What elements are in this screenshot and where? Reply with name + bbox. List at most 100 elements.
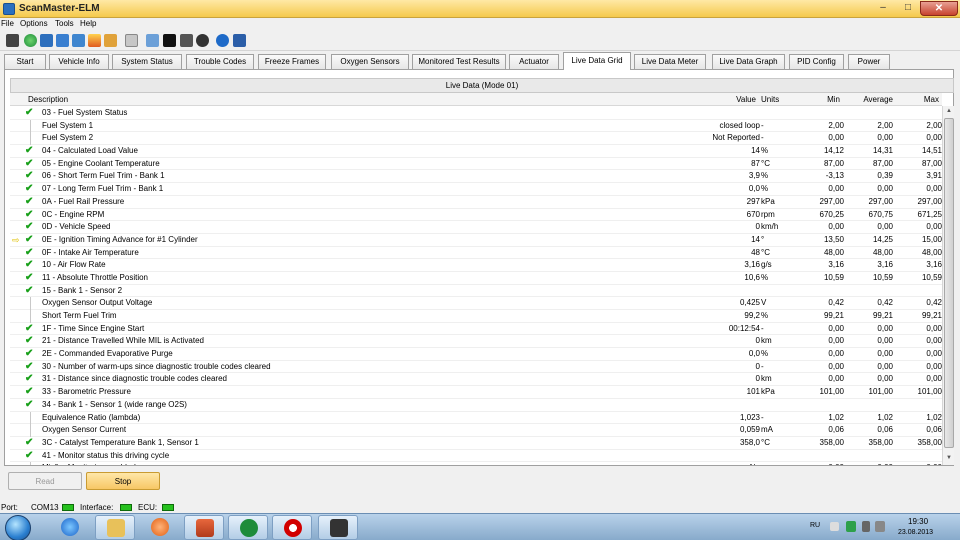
clock-time[interactable]: 19:30 [908, 517, 928, 526]
tab-pid-config[interactable]: PID Config [789, 54, 844, 69]
menu-tools[interactable]: Tools [55, 19, 74, 28]
clipboard-icon[interactable] [125, 34, 138, 47]
tab-freeze-frames[interactable]: Freeze Frames [258, 54, 326, 69]
table-row[interactable]: ⇨ ✔ 0E - Ignition Timing Advance for #1 Cy… [10, 234, 942, 247]
scroll-up-icon[interactable]: ▲ [944, 106, 954, 116]
row-max: 0,00 [926, 462, 942, 465]
tab-monitored-test-results[interactable]: Monitored Test Results [412, 54, 506, 69]
table-row[interactable]: ✔ 1F - Time Since Engine Start 00:12:54- 0,… [10, 323, 942, 336]
close-button[interactable]: ✕ [920, 1, 958, 16]
table-row[interactable]: ✔ 33 - Barometric Pressure 101 kPa 101,00 101… [10, 386, 942, 399]
table-row[interactable]: Equivalence Ratio (lambda) 1,023- 1,02 1,02… [10, 411, 942, 425]
clock-date[interactable]: 23.08.2013 [898, 529, 933, 536]
monitor-icon[interactable] [180, 34, 193, 47]
table-row[interactable]: ✔ 10 - Air Flow Rate 3,16 g/s 3,16 3,16 3,16 [10, 259, 942, 272]
col-min[interactable]: Min [827, 95, 840, 104]
table-row[interactable]: ✔ 34 - Bank 1 - Sensor 1 (wide range O2S) [10, 399, 942, 412]
table-row[interactable]: ✔ 05 - Engine Coolant Temperature 87 °C 87,0… [10, 158, 942, 171]
tab-live-data-meter[interactable]: Live Data Meter [634, 54, 706, 69]
taskbar-ie[interactable] [50, 515, 90, 540]
table-row[interactable]: Short Term Fuel Trim 99,2% 99,21 99,21 99,21 [10, 310, 942, 323]
table-row[interactable]: Fuel System 2 Not Reported - 0,00 0,00 0,00 [10, 132, 942, 146]
col-description[interactable]: Description [28, 95, 68, 104]
maximize-button[interactable]: □ [897, 1, 919, 16]
start-button[interactable] [5, 515, 31, 540]
taskbar-app[interactable] [184, 515, 224, 540]
taskbar-explorer[interactable] [95, 515, 135, 540]
menu-help[interactable]: Help [80, 19, 96, 28]
col-value[interactable]: Value [736, 95, 756, 104]
col-max[interactable]: Max [924, 95, 939, 104]
scroll-thumb[interactable] [944, 118, 954, 448]
table-row[interactable]: ✔ 0F - Intake Air Temperature 48 °C 48,00 48,… [10, 247, 942, 260]
security-icon[interactable] [846, 521, 856, 532]
table-row[interactable]: ✔ 0D - Vehicle Speed 0 km/h 0,00 0,00 0,00 [10, 221, 942, 234]
taskbar-scanmaster[interactable] [318, 515, 358, 540]
col-average[interactable]: Average [863, 95, 893, 104]
info-icon[interactable] [216, 34, 229, 47]
connect-icon[interactable] [6, 34, 19, 47]
tab-power[interactable]: Power [848, 54, 890, 69]
chart-icon[interactable] [88, 34, 101, 47]
row-average: 0,39 [877, 171, 893, 181]
tab-oxygen-sensors[interactable]: Oxygen Sensors [331, 54, 409, 69]
table-row[interactable]: ✔ 2E - Commanded Evaporative Purge 0,0% 0,0… [10, 348, 942, 361]
scroll-down-icon[interactable]: ▼ [944, 453, 954, 463]
table-row[interactable]: ✔ 0C - Engine RPM 670 rpm 670,25 670,75 671,25 [10, 209, 942, 222]
dollar-icon[interactable] [104, 34, 117, 47]
table-row[interactable]: ✔ 06 - Short Term Fuel Trim - Bank 1 3,9% -… [10, 170, 942, 184]
row-description: 06 - Short Term Fuel Trim - Bank 1 [42, 171, 165, 181]
interface-label: Interface: [80, 503, 114, 512]
taskbar-hp[interactable] [228, 515, 268, 540]
read-button[interactable]: Read [8, 472, 82, 490]
title-bar[interactable]: ScanMaster-ELM – □ ✕ [0, 0, 960, 18]
stop-button[interactable]: Stop [86, 472, 160, 490]
globe-icon[interactable] [24, 34, 37, 47]
check-icon: ✔ [25, 386, 34, 398]
device-icon[interactable] [862, 521, 870, 532]
table-row[interactable]: ✔ 03 - Fuel System Status [10, 107, 942, 120]
exit-icon[interactable] [233, 34, 246, 47]
row-average: 358,00 [868, 437, 893, 447]
message-icon[interactable] [146, 34, 159, 47]
record-icon[interactable] [196, 34, 209, 47]
tab-start[interactable]: Start [4, 54, 46, 69]
vertical-scrollbar[interactable]: ▲ ▼ [942, 106, 954, 465]
table-row[interactable]: ✔ 31 - Distance since diagnostic trouble … [10, 373, 942, 387]
tab-actuator[interactable]: Actuator [509, 54, 559, 69]
table-row[interactable]: ✔ 3C - Catalyst Temperature Bank 1, Senso… [10, 437, 942, 450]
table-row[interactable]: Oxygen Sensor Output Voltage 0,425 V 0,42 0,… [10, 297, 942, 311]
list-icon[interactable] [72, 34, 85, 47]
tray-expand-icon[interactable] [830, 522, 839, 531]
menu-file[interactable]: File [1, 19, 14, 28]
table-row[interactable]: Oxygen Sensor Current 0,059 mA 0,06 0,06 0,06 [10, 424, 942, 438]
taskbar-media[interactable] [140, 515, 180, 540]
row-value: 0 [755, 336, 760, 346]
table-row[interactable]: ✔ 41 - Monitor status this driving cycle [10, 450, 942, 463]
table-row[interactable]: Fuel System 1 closed loop - 2,00 2,00 2,00 [10, 119, 942, 133]
tab-system-status[interactable]: System Status [112, 54, 182, 69]
tab-live-data-grid[interactable]: Live Data Grid [563, 52, 631, 70]
minimize-button[interactable]: – [872, 1, 894, 16]
table-row[interactable]: ✔ 07 - Long Term Fuel Trim - Bank 1 0,0% 0,… [10, 183, 942, 196]
table-row[interactable]: ✔ 15 - Bank 1 - Sensor 2 [10, 285, 942, 298]
row-min: 0,00 [828, 222, 844, 232]
table-row[interactable]: ✔ 11 - Absolute Throttle Position 10,6% 10,… [10, 272, 942, 285]
table-row[interactable]: ✔ 30 - Number of warm-ups since diagnosti… [10, 361, 942, 374]
grid-icon[interactable] [40, 34, 53, 47]
table-row[interactable]: Misfire Monitoring enabled No- 0,00 0,00 0,0… [10, 462, 942, 465]
taskbar-opera[interactable] [272, 515, 312, 540]
table-row[interactable]: ✔ 04 - Calculated Load Value 14% 14,12 14,31… [10, 145, 942, 158]
table-row[interactable]: ✔ 21 - Distance Travelled While MIL is Ac… [10, 335, 942, 349]
language-indicator[interactable]: RU [810, 522, 820, 529]
tab-vehicle-info[interactable]: Vehicle Info [49, 54, 109, 69]
tab-live-data-graph[interactable]: Live Data Graph [712, 54, 785, 69]
terminal-icon[interactable] [163, 34, 176, 47]
col-units[interactable]: Units [761, 95, 779, 104]
table-row[interactable]: ✔ 0A - Fuel Rail Pressure 297 kPa 297,00 297,… [10, 196, 942, 209]
ecu-led [162, 504, 174, 511]
tab-trouble-codes[interactable]: Trouble Codes [186, 54, 254, 69]
table-icon[interactable] [56, 34, 69, 47]
network-icon[interactable] [875, 521, 885, 532]
menu-options[interactable]: Options [20, 19, 48, 28]
